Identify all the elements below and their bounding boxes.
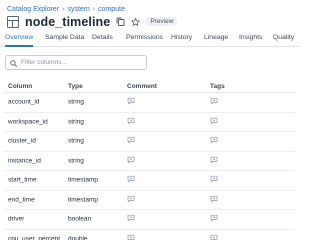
title-row: node_timeline Preview [7,13,178,30]
preview-badge: Preview [146,17,178,26]
comment-icon[interactable] [127,136,135,146]
table-row: instance_id string [5,152,295,171]
tab-details[interactable]: Details [92,34,113,41]
tab-history[interactable]: History [171,34,192,41]
column-name: cpu_user_percent [8,235,61,240]
tag-icon[interactable] [210,175,218,185]
tag-icon[interactable] [210,234,218,240]
breadcrumb-catalog-explorer[interactable]: Catalog Explorer [7,6,59,13]
comment-icon[interactable] [127,117,135,127]
column-type: double [68,235,88,240]
comment-icon[interactable] [127,156,135,166]
column-type: string [68,157,84,165]
table-header: Column Type Comment Tags [5,80,295,93]
column-name: workspace_id [8,118,48,126]
tab-insights[interactable]: Insights [239,34,262,41]
tag-icon[interactable] [210,214,218,224]
comment-icon[interactable] [127,97,135,107]
column-name: start_time [8,176,37,184]
breadcrumb-separator: › [92,5,95,13]
breadcrumb-system[interactable]: system [67,6,89,13]
column-name: cluster_id [8,137,36,145]
header-tags: Tags [210,83,225,90]
column-type: boolean [68,215,92,223]
table-row: cpu_user_percent double [5,230,295,240]
header-column: Column [8,83,33,90]
active-tab-indicator [5,45,33,47]
tag-icon[interactable] [210,117,218,127]
column-name: account_id [8,98,40,106]
table-row: workspace_id string [5,113,295,132]
tab-bar: Overview Sample Data Details Permissions… [0,33,300,47]
breadcrumb-separator: › [62,5,65,13]
column-type: string [68,137,84,145]
table-icon [7,15,19,28]
search-icon [10,54,17,72]
copy-icon[interactable] [116,17,125,26]
table-body: account_id string workspace_id string cl… [5,93,295,240]
tab-overview[interactable]: Overview [5,34,33,41]
column-name: end_time [8,196,35,204]
table-row: account_id string [5,93,295,113]
filter-columns-box[interactable] [5,55,147,70]
tag-icon[interactable] [210,156,218,166]
page-title: node_timeline [25,14,111,29]
column-name: instance_id [8,157,41,165]
table-row: end_time timestamp [5,191,295,210]
tab-permissions[interactable]: Permissions [126,34,163,41]
tag-icon[interactable] [210,136,218,146]
comment-icon[interactable] [127,175,135,185]
column-type: string [68,98,84,106]
breadcrumb-compute[interactable]: compute [98,6,125,13]
column-type: timestamp [68,176,98,184]
header-type: Type [68,83,83,90]
filter-columns-input[interactable] [21,59,141,66]
comment-icon[interactable] [127,195,135,205]
tag-icon[interactable] [210,97,218,107]
tab-sample-data[interactable]: Sample Data [45,34,84,41]
table-row: driver boolean [5,210,295,230]
table-row: cluster_id string [5,132,295,152]
column-type: timestamp [68,196,98,204]
column-name: driver [8,215,25,223]
table-row: start_time timestamp [5,171,295,191]
tag-icon[interactable] [210,195,218,205]
column-type: string [68,118,84,126]
comment-icon[interactable] [127,234,135,240]
comment-icon[interactable] [127,214,135,224]
header-comment: Comment [127,83,157,90]
star-icon[interactable] [131,17,140,26]
tab-lineage[interactable]: Lineage [204,34,228,41]
tab-quality[interactable]: Quality [273,34,294,41]
columns-table: Column Type Comment Tags account_id stri… [5,80,295,240]
